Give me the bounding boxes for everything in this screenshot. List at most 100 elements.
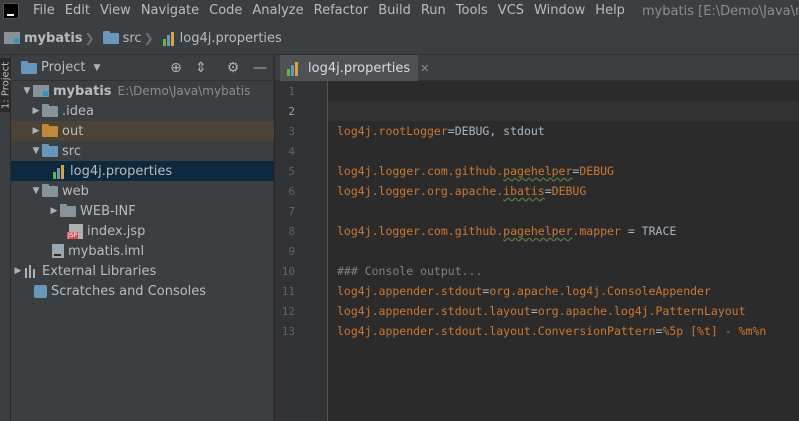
project-tool-tab[interactable]: 1: Project xyxy=(0,58,12,112)
tree-item-label: mybatis.iml xyxy=(68,243,145,259)
tree-item-label: out xyxy=(62,123,84,139)
menu-edit[interactable]: Edit xyxy=(60,0,95,22)
property-value: TRACE xyxy=(641,224,677,238)
menu-file[interactable]: File xyxy=(28,0,60,22)
menu-run[interactable]: Run xyxy=(416,0,451,22)
property-key: log4j.appender.stdout.layout xyxy=(337,304,531,318)
tree-item-mybatis[interactable]: ▼ mybatis E:\Demo\Java\mybatis xyxy=(11,81,274,101)
properties-file-icon xyxy=(52,164,66,179)
tree-item-index-jsp[interactable]: index.jsp xyxy=(11,221,274,241)
expanded-arrow-icon[interactable]: ▼ xyxy=(30,146,42,156)
scratches-icon xyxy=(34,284,47,298)
code-line: 1 xyxy=(275,81,799,101)
code-line: 4 xyxy=(275,141,799,161)
breadcrumb-src-label: src xyxy=(122,30,142,46)
code-text: log4j.logger.com.github.pagehelper.mappe… xyxy=(337,224,676,238)
property-key: log4j.logger.org.apache. xyxy=(337,184,504,198)
tree-item-scratches[interactable]: Scratches and Consoles xyxy=(11,281,274,301)
code-text: log4j.appender.stdout.layout=org.apache.… xyxy=(337,304,746,318)
editor-tab-label: log4j.properties xyxy=(308,60,411,76)
source-folder-icon xyxy=(42,144,58,157)
window-title: mybatis [E:\Demo\Java\myba xyxy=(641,3,799,19)
line-number: 6 xyxy=(288,184,295,198)
equals-sign: = xyxy=(544,184,552,198)
tree-item-out[interactable]: ▶ out xyxy=(11,121,274,141)
menu-help[interactable]: Help xyxy=(590,0,630,22)
menu-code[interactable]: Code xyxy=(204,0,247,22)
code-line: 5 log4j.logger.com.github.pagehelper=DEB… xyxy=(275,161,799,181)
breadcrumb-file[interactable]: log4j.properties xyxy=(162,31,282,46)
menu-bar: File Edit View Navigate Code Analyze Ref… xyxy=(0,0,799,22)
line-number: 1 xyxy=(288,84,295,98)
project-panel-title: Project xyxy=(41,60,86,75)
property-key: .mapper xyxy=(572,224,621,238)
menu-refactor[interactable]: Refactor xyxy=(309,0,374,22)
menu-analyze[interactable]: Analyze xyxy=(247,0,308,22)
source-folder-icon xyxy=(102,31,119,44)
tree-item-label: External Libraries xyxy=(42,263,157,279)
menu-view[interactable]: View xyxy=(95,0,136,22)
tree-item-label: web xyxy=(62,183,89,199)
code-line: 2 xyxy=(275,101,799,121)
tree-item-label: src xyxy=(62,143,81,159)
chevron-right-icon: ❯ xyxy=(143,31,154,45)
iml-file-icon xyxy=(52,244,64,258)
code-text: log4j.rootLogger=DEBUG, stdout xyxy=(337,124,545,138)
project-view-selector[interactable]: Project ▼ xyxy=(21,60,100,75)
menu-window[interactable]: Window xyxy=(529,0,590,22)
gear-icon[interactable]: ⚙ xyxy=(224,59,242,77)
line-number: 11 xyxy=(281,284,295,298)
tree-item-log4j-properties[interactable]: log4j.properties xyxy=(11,161,274,181)
editor: log4j.properties ✕ 1 2 3 log4j.rootLogge… xyxy=(275,55,799,421)
menu-tools[interactable]: Tools xyxy=(451,0,493,22)
property-value: DEBUG xyxy=(579,164,614,178)
tree-item-idea[interactable]: ▶ .idea xyxy=(11,101,274,121)
editor-tab-log4j-properties[interactable]: log4j.properties ✕ xyxy=(280,55,429,81)
code-line: 7 xyxy=(275,201,799,221)
code-line: 8 log4j.logger.com.github.pagehelper.map… xyxy=(275,221,799,241)
property-key: log4j.rootLogger xyxy=(337,124,448,138)
collapse-all-icon[interactable]: ⇕ xyxy=(192,59,210,77)
tree-item-web-inf[interactable]: ▶ WEB-INF xyxy=(11,201,274,221)
expanded-arrow-icon[interactable]: ▼ xyxy=(21,86,33,96)
excluded-folder-icon xyxy=(42,124,58,137)
dropdown-arrow-icon: ▼ xyxy=(93,62,101,73)
property-key: log4j.logger.com.github. xyxy=(337,224,504,238)
breadcrumb-src[interactable]: src xyxy=(102,30,142,46)
locate-target-icon[interactable]: ⊕ xyxy=(167,59,185,77)
property-value: DEBUG xyxy=(551,184,587,198)
folder-icon xyxy=(42,104,58,117)
breadcrumb-project[interactable]: mybatis xyxy=(4,31,83,46)
code-line: 3 log4j.rootLogger=DEBUG, stdout xyxy=(275,121,799,141)
code-text: log4j.logger.org.apache.ibatis=DEBUG xyxy=(337,184,586,198)
hide-panel-icon[interactable]: — xyxy=(251,59,269,77)
tree-item-web[interactable]: ▼ web xyxy=(11,181,274,201)
tree-item-external-libraries[interactable]: ▶ External Libraries xyxy=(11,261,274,281)
collapsed-arrow-icon[interactable]: ▶ xyxy=(30,106,42,116)
expanded-arrow-icon[interactable]: ▼ xyxy=(30,186,42,196)
line-number: 13 xyxy=(281,324,295,338)
menu-build[interactable]: Build xyxy=(373,0,416,22)
line-number: 3 xyxy=(288,124,295,138)
jsp-file-icon xyxy=(67,223,83,239)
property-value: org.apache.log4j.PatternLayout xyxy=(537,304,746,318)
collapsed-arrow-icon[interactable]: ▶ xyxy=(12,266,24,276)
close-icon[interactable]: ✕ xyxy=(420,62,429,75)
code-line: 11 log4j.appender.stdout=org.apache.log4… xyxy=(275,281,799,301)
collapsed-arrow-icon[interactable]: ▶ xyxy=(30,126,42,136)
equals-sign: = xyxy=(530,304,538,318)
libraries-icon xyxy=(24,264,38,278)
code-line: 9 xyxy=(275,241,799,261)
folder-icon xyxy=(60,204,76,217)
tree-item-mybatis-iml[interactable]: mybatis.iml xyxy=(11,241,274,261)
menu-navigate[interactable]: Navigate xyxy=(136,0,204,22)
property-key: log4j.logger.com.github. xyxy=(337,164,504,178)
intellij-logo-icon xyxy=(3,3,19,19)
collapsed-arrow-icon[interactable]: ▶ xyxy=(48,206,60,216)
menu-vcs[interactable]: VCS xyxy=(493,0,529,22)
property-value: %5p [%t] - %m%n xyxy=(662,324,767,338)
code-line: 10 ### Console output... xyxy=(275,261,799,281)
project-tool-tab-label: 1: Project xyxy=(0,61,12,110)
line-number: 9 xyxy=(288,244,295,258)
tree-item-src[interactable]: ▼ src xyxy=(11,141,274,161)
